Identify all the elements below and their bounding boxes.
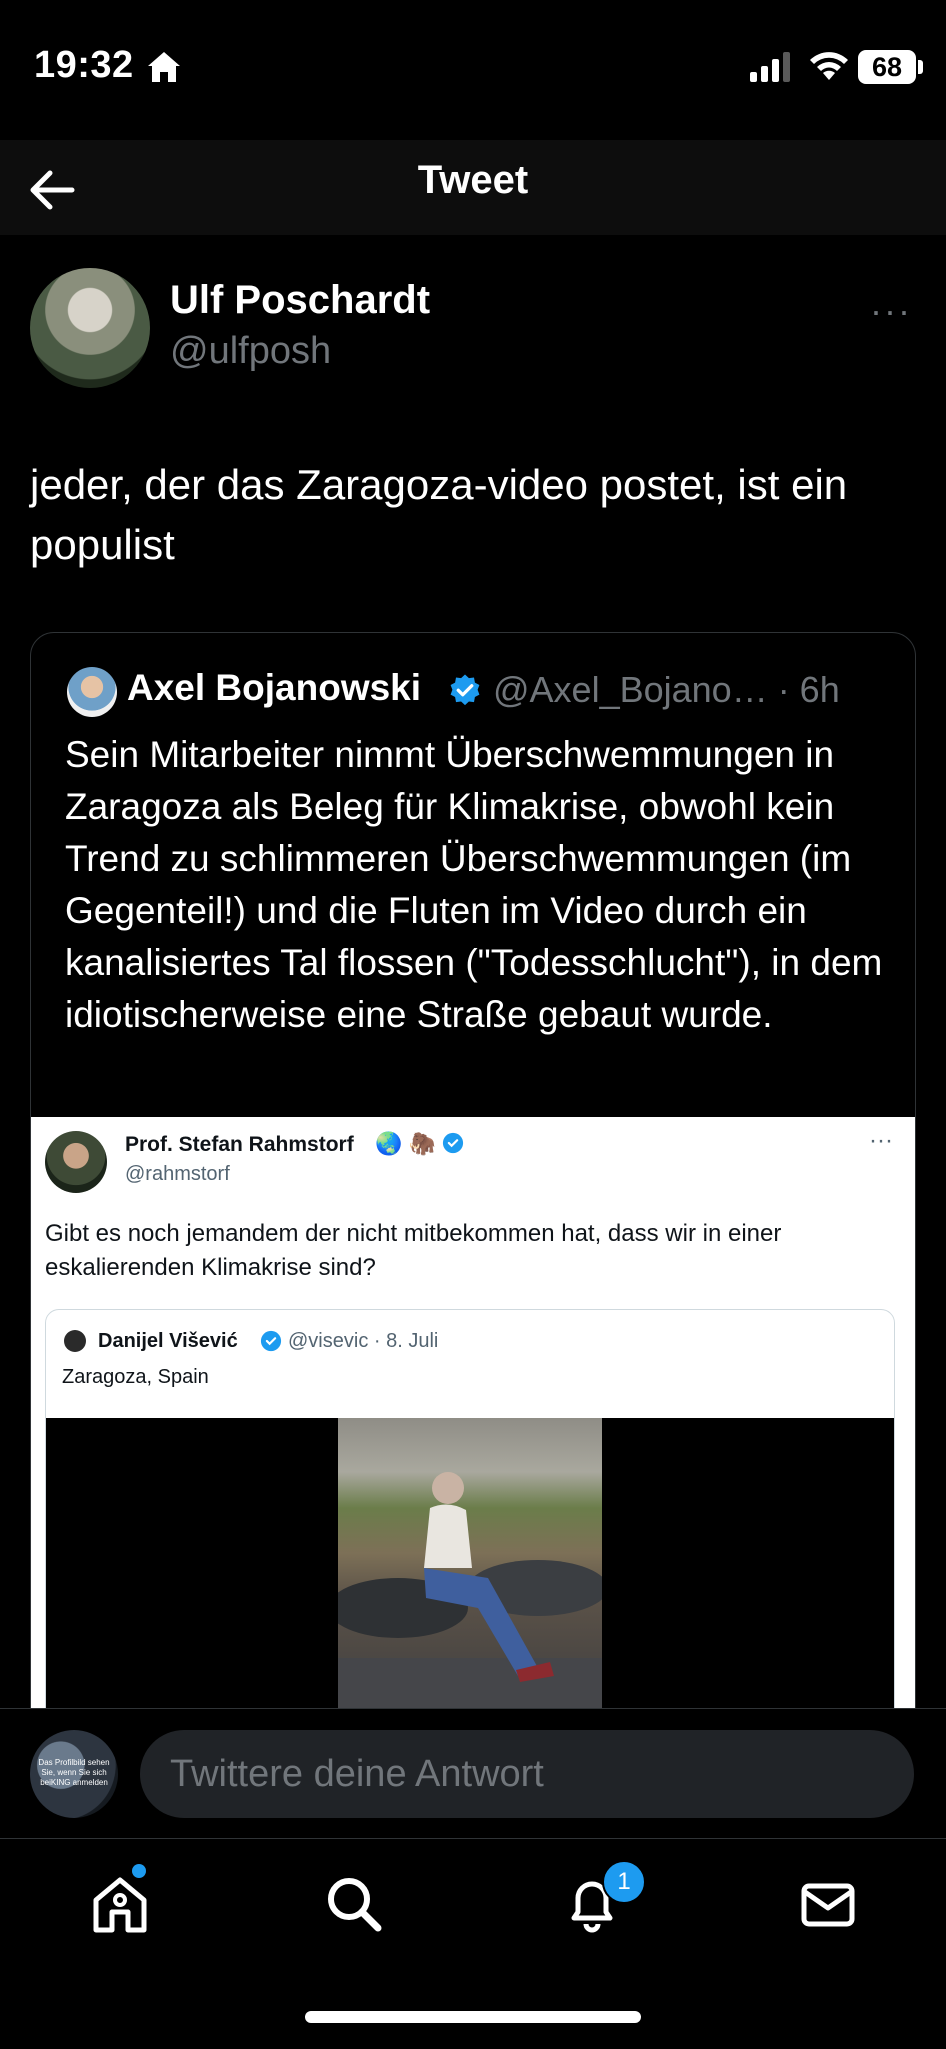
- more-options-icon[interactable]: ···: [870, 290, 912, 332]
- screenshot-emojis: 🌏 🦣: [375, 1131, 464, 1157]
- screenshot-tweet-text: Gibt es noch jemandem der nicht mitbekom…: [45, 1220, 782, 1281]
- verified-badge-icon: [442, 1132, 464, 1154]
- page-title: Tweet: [417, 158, 529, 202]
- battery-indicator: 68: [858, 50, 916, 84]
- cellular-signal-icon: [750, 52, 790, 82]
- battery-nub: [918, 60, 923, 74]
- tweet-text: jeder, der das Zaragoza-video postet, is…: [30, 461, 848, 568]
- mail-icon[interactable]: [796, 1872, 860, 1936]
- wifi-icon: [810, 52, 848, 80]
- home-unread-dot: [132, 1864, 146, 1878]
- author-avatar[interactable]: [30, 268, 150, 388]
- video-scene-illustration: [338, 1472, 602, 1718]
- author-handle[interactable]: @ulfposh: [170, 330, 331, 373]
- search-icon[interactable]: [322, 1872, 386, 1936]
- emoji-text: 🌏 🦣: [375, 1131, 436, 1156]
- current-user-avatar[interactable]: Das Profilbild sehen Sie, wenn Sie sich …: [30, 1730, 118, 1818]
- inner-author-avatar: [64, 1330, 86, 1352]
- quoted-tweet-card[interactable]: Axel Bojanowski @Axel_Bojano… · 6h Sein …: [30, 632, 916, 1834]
- quoted-author-name: Axel Bojanowski: [127, 667, 422, 708]
- status-time: 19:32: [34, 44, 134, 86]
- inner-author-name: Danijel Višević: [98, 1330, 238, 1352]
- video-frame: [338, 1418, 602, 1718]
- home-status-icon: [148, 52, 180, 82]
- reply-input[interactable]: [140, 1730, 914, 1818]
- quoted-author-avatar: [67, 667, 117, 717]
- screenshot-author-name: Prof. Stefan Rahmstorf: [125, 1133, 354, 1156]
- screenshot-more-icon: ···: [869, 1127, 893, 1154]
- home-icon[interactable]: [88, 1872, 152, 1936]
- screenshot-avatar: [45, 1131, 107, 1193]
- inner-handle-date: @visevic · 8. Juli: [288, 1330, 439, 1352]
- author-name[interactable]: Ulf Poschardt: [170, 278, 430, 323]
- avatar-caption: Das Profilbild sehen Sie, wenn Sie sich …: [38, 1758, 110, 1787]
- verified-badge-icon: [450, 674, 480, 706]
- quoted-tweet-text: Sein Mitarbeiter nimmt Überschwemmungen …: [65, 734, 883, 1035]
- verified-badge-icon: [260, 1330, 282, 1352]
- notification-badge: 1: [602, 1860, 646, 1904]
- screenshot-author-handle: @rahmstorf: [125, 1163, 230, 1185]
- home-indicator[interactable]: [305, 2011, 641, 2023]
- quoted-handle-time: @Axel_Bojano… · 6h: [493, 669, 840, 710]
- status-bar: [0, 0, 946, 140]
- inner-tweet-text: Zaragoza, Spain: [62, 1366, 209, 1388]
